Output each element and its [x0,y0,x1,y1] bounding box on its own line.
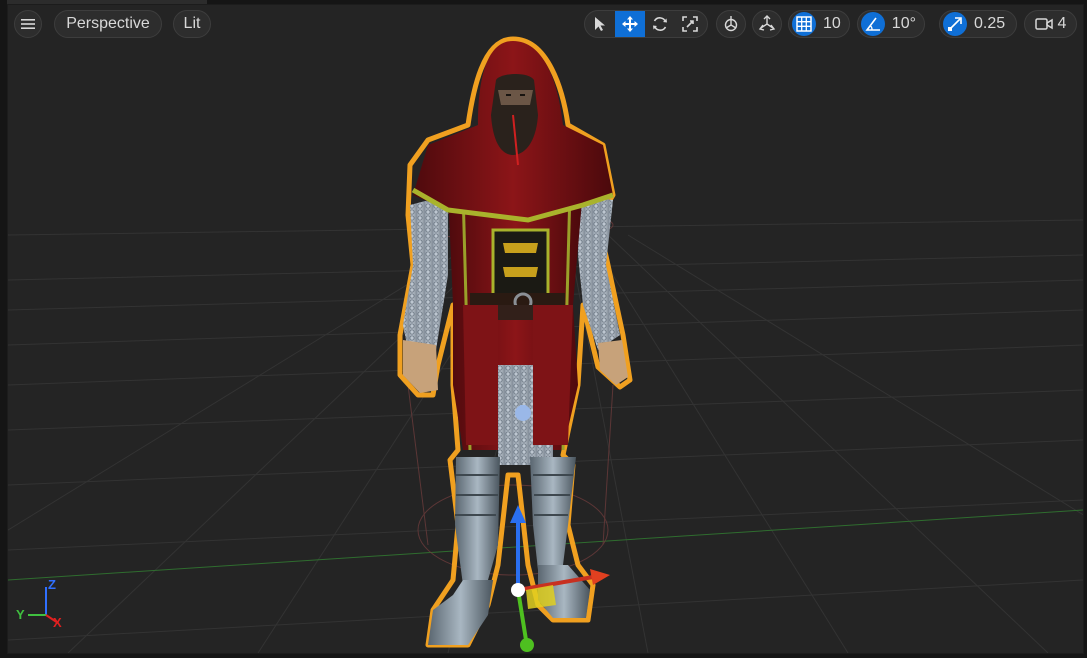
grid-snap-toggle[interactable] [789,11,819,37]
rotation-snap-toggle[interactable] [858,11,888,37]
lighting-mode-button[interactable]: Lit [173,10,211,38]
level-viewport[interactable]: Z Y X Perspective Lit 10 10° 0.25 4 [7,4,1084,654]
axis-x-label: X [53,615,62,630]
rotate-icon [653,17,667,31]
rotation-snap-value[interactable]: 10° [888,15,924,33]
hamburger-icon [21,19,35,29]
viewport-menu-button[interactable] [14,10,42,38]
rotation-snap-group[interactable]: 10° [857,10,925,38]
grid-snap-value[interactable]: 10 [819,15,849,33]
select-arrow-icon [595,17,605,31]
axis-z-label: Z [48,577,56,592]
character-mesh [397,36,633,648]
select-tool-button[interactable] [585,11,615,37]
scale-snap-value[interactable]: 0.25 [970,15,1013,33]
surface-snap-icon [724,16,738,32]
world-local-icon [758,15,776,31]
scale-snap-toggle[interactable] [940,11,970,37]
transform-tools-group [584,10,708,38]
scale-snap-icon [948,17,962,31]
scale-icon [682,16,698,32]
world-local-button[interactable] [752,10,782,38]
scale-snap-group[interactable]: 0.25 [939,10,1017,38]
grid-snap-group[interactable]: 10 [788,10,850,38]
axis-y-label: Y [16,607,25,622]
scene-canvas[interactable] [8,5,1083,653]
scale-tool-button[interactable] [675,11,705,37]
move-tool-button[interactable] [615,11,645,37]
view-mode-button[interactable]: Perspective [54,10,162,38]
camera-speed-value: 4 [1057,15,1067,32]
angle-icon [865,17,880,31]
camera-speed-button[interactable]: 4 [1024,10,1077,38]
camera-icon [1034,18,1053,30]
grid-icon [796,16,812,32]
surface-snap-button[interactable] [716,10,746,38]
move-icon [622,16,638,32]
rotate-tool-button[interactable] [645,11,675,37]
